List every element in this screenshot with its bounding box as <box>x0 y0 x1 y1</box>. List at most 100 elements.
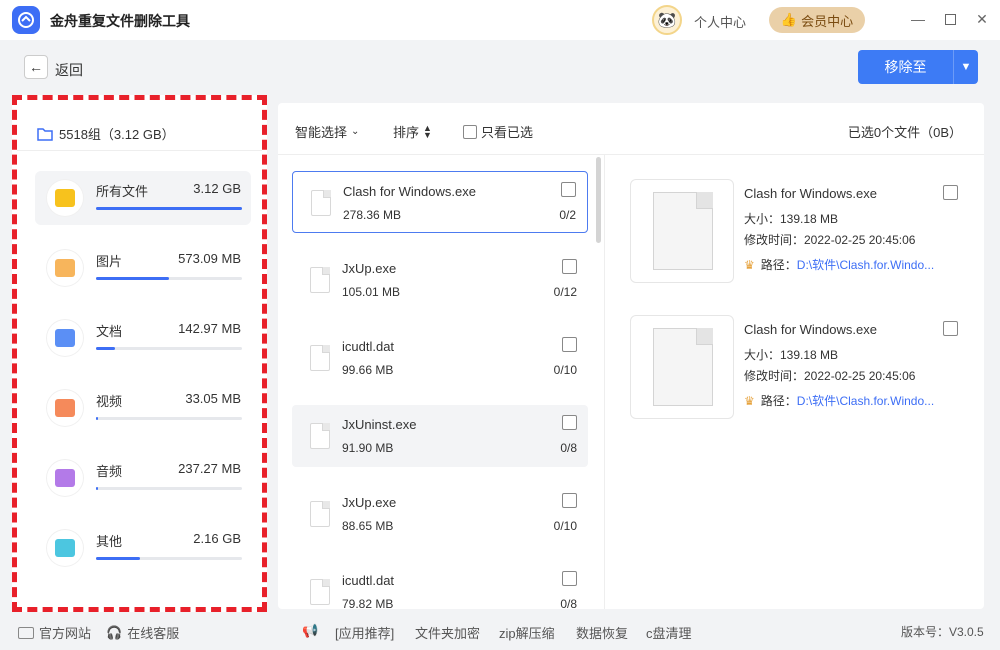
zip-link[interactable]: zip解压缩 <box>499 623 555 642</box>
category-size: 142.97 MB <box>178 321 241 336</box>
detail-size: 大小：139.18 MB <box>744 348 839 362</box>
only-selected-toggle[interactable]: 只看已选 <box>463 122 533 141</box>
sort-button[interactable]: 排序 ▲ ▼ <box>393 122 432 141</box>
path-link[interactable]: D:\软件\Clash.for.Windo... <box>797 394 934 408</box>
category-progress-fill <box>96 347 115 350</box>
category-size: 2.16 GB <box>193 531 241 546</box>
file-checkbox[interactable] <box>562 493 577 508</box>
file-count: 0/12 <box>553 285 577 299</box>
file-size: 105.01 MB <box>342 285 401 299</box>
category-progress-track <box>96 277 242 280</box>
vip-center-button[interactable]: 👍 会员中心 <box>769 7 865 33</box>
file-count: 0/10 <box>553 363 577 377</box>
divider <box>17 150 262 151</box>
move-to-label[interactable]: 移除至 <box>858 50 953 84</box>
file-group-row[interactable]: JxUninst.exe 91.90 MB 0/8 <box>292 405 588 467</box>
folder-open-icon <box>37 127 53 141</box>
duplicate-file-card: Clash for Windows.exe 大小：139.18 MB 修改时间：20… <box>630 179 970 285</box>
close-icon[interactable]: ✕ <box>974 11 990 27</box>
folder-encrypt-link[interactable]: 文件夹加密 <box>415 623 480 642</box>
monitor-icon <box>18 626 34 639</box>
apps-icon <box>47 530 83 566</box>
file-group-row[interactable]: icudtl.dat 99.66 MB 0/10 <box>292 327 588 389</box>
scroll-thumb[interactable] <box>596 157 601 243</box>
document-icon <box>47 320 83 356</box>
detail-modified: 修改时间：2022-02-25 20:45:06 <box>744 233 916 247</box>
file-count: 0/10 <box>553 519 577 533</box>
file-size: 91.90 MB <box>342 441 394 455</box>
category-item[interactable]: 其他 2.16 GB <box>35 521 251 575</box>
detail-checkbox[interactable] <box>943 185 958 200</box>
maximize-icon[interactable] <box>942 11 958 27</box>
headset-icon: 🎧 <box>106 624 123 640</box>
category-progress-fill <box>96 417 99 420</box>
category-name: 音频 <box>96 464 123 479</box>
file-group-row[interactable]: icudtl.dat 79.82 MB 0/8 <box>292 561 588 609</box>
file-count: 0/8 <box>560 441 577 455</box>
divider <box>604 155 605 609</box>
crown-icon: ♛ <box>744 394 755 408</box>
file-checkbox[interactable] <box>562 259 577 274</box>
app-title: 金舟重复文件删除工具 <box>50 13 190 29</box>
scrollbar[interactable] <box>595 155 603 609</box>
detail-checkbox[interactable] <box>943 321 958 336</box>
profile-center-link[interactable]: 个人中心 <box>694 12 746 31</box>
file-thumbnail[interactable] <box>630 315 734 419</box>
category-progress-fill <box>96 557 140 560</box>
image-icon <box>47 250 83 286</box>
online-service-link[interactable]: 🎧 在线客服 <box>106 623 179 642</box>
file-name: JxUp.exe <box>342 261 397 276</box>
toolbar: 智能选择 ⌄ 排序 ▲ ▼ 只看已选 已选0个文件（0B） <box>278 103 984 155</box>
file-checkbox[interactable] <box>561 182 576 197</box>
file-checkbox[interactable] <box>562 337 577 352</box>
online-service-label: 在线客服 <box>127 626 180 641</box>
category-name: 其他 <box>96 534 123 549</box>
back-label[interactable]: 返回 <box>55 60 83 80</box>
category-item[interactable]: 文档 142.97 MB <box>35 311 251 365</box>
path-link[interactable]: D:\软件\Clash.for.Windo... <box>797 258 934 272</box>
category-progress-track <box>96 207 242 210</box>
file-checkbox[interactable] <box>562 415 577 430</box>
version-label: 版本号：V3.0.5 <box>901 625 984 639</box>
category-item[interactable]: 音频 237.27 MB <box>35 451 251 505</box>
chevron-down-icon[interactable]: ▼ <box>953 50 978 84</box>
category-name: 视频 <box>96 394 123 409</box>
official-site-link[interactable]: 官方网站 <box>18 623 91 642</box>
megaphone-icon: 📢 <box>302 623 319 638</box>
music-icon <box>47 460 83 496</box>
file-thumbnail[interactable] <box>630 179 734 283</box>
only-selected-checkbox[interactable] <box>463 124 477 139</box>
title-bar: 金舟重复文件删除工具 🐼 个人中心 👍 会员中心 — ✕ <box>0 0 1000 40</box>
minimize-icon[interactable]: — <box>910 11 926 27</box>
file-icon <box>310 345 330 371</box>
category-item[interactable]: 视频 33.05 MB <box>35 381 251 435</box>
category-item[interactable]: 所有文件 3.12 GB <box>35 171 251 225</box>
file-group-row[interactable]: JxUp.exe 105.01 MB 0/12 <box>292 249 588 311</box>
category-progress-fill <box>96 487 99 490</box>
group-summary-label: 5518组（3.12 GB） <box>59 127 175 142</box>
data-recovery-link[interactable]: 数据恢复 <box>576 623 628 642</box>
vip-center-label: 会员中心 <box>801 13 854 29</box>
category-progress-fill <box>96 207 242 210</box>
arrow-left-icon: ← <box>29 59 43 75</box>
category-item[interactable]: 图片 573.09 MB <box>35 241 251 295</box>
app-recommend-label[interactable]: [应用推荐] <box>335 623 394 642</box>
app-logo-icon <box>12 6 40 34</box>
path-label: 路径： <box>760 394 797 408</box>
category-progress-track <box>96 557 242 560</box>
user-avatar[interactable]: 🐼 <box>652 5 682 35</box>
file-group-row[interactable]: Clash for Windows.exe 278.36 MB 0/2 <box>292 171 588 233</box>
footer: 官方网站 🎧 在线客服 📢 [应用推荐] 文件夹加密 zip解压缩 数据恢复 c… <box>0 618 1000 644</box>
file-checkbox[interactable] <box>562 571 577 586</box>
video-icon <box>47 390 83 426</box>
file-group-row[interactable]: JxUp.exe 88.65 MB 0/10 <box>292 483 588 545</box>
content-panel: 智能选择 ⌄ 排序 ▲ ▼ 只看已选 已选0个文件（0B） Clash for W… <box>278 103 984 609</box>
move-to-button[interactable]: 移除至 ▼ <box>858 50 978 84</box>
category-name: 图片 <box>96 254 123 269</box>
chevron-down-icon: ⌄ <box>351 126 360 137</box>
only-selected-label: 只看已选 <box>481 125 534 140</box>
c-drive-clean-link[interactable]: c盘清理 <box>646 623 692 642</box>
back-button[interactable]: ← <box>24 55 48 79</box>
smart-select-dropdown[interactable]: 智能选择 ⌄ <box>295 122 359 141</box>
category-name: 文档 <box>96 324 123 339</box>
